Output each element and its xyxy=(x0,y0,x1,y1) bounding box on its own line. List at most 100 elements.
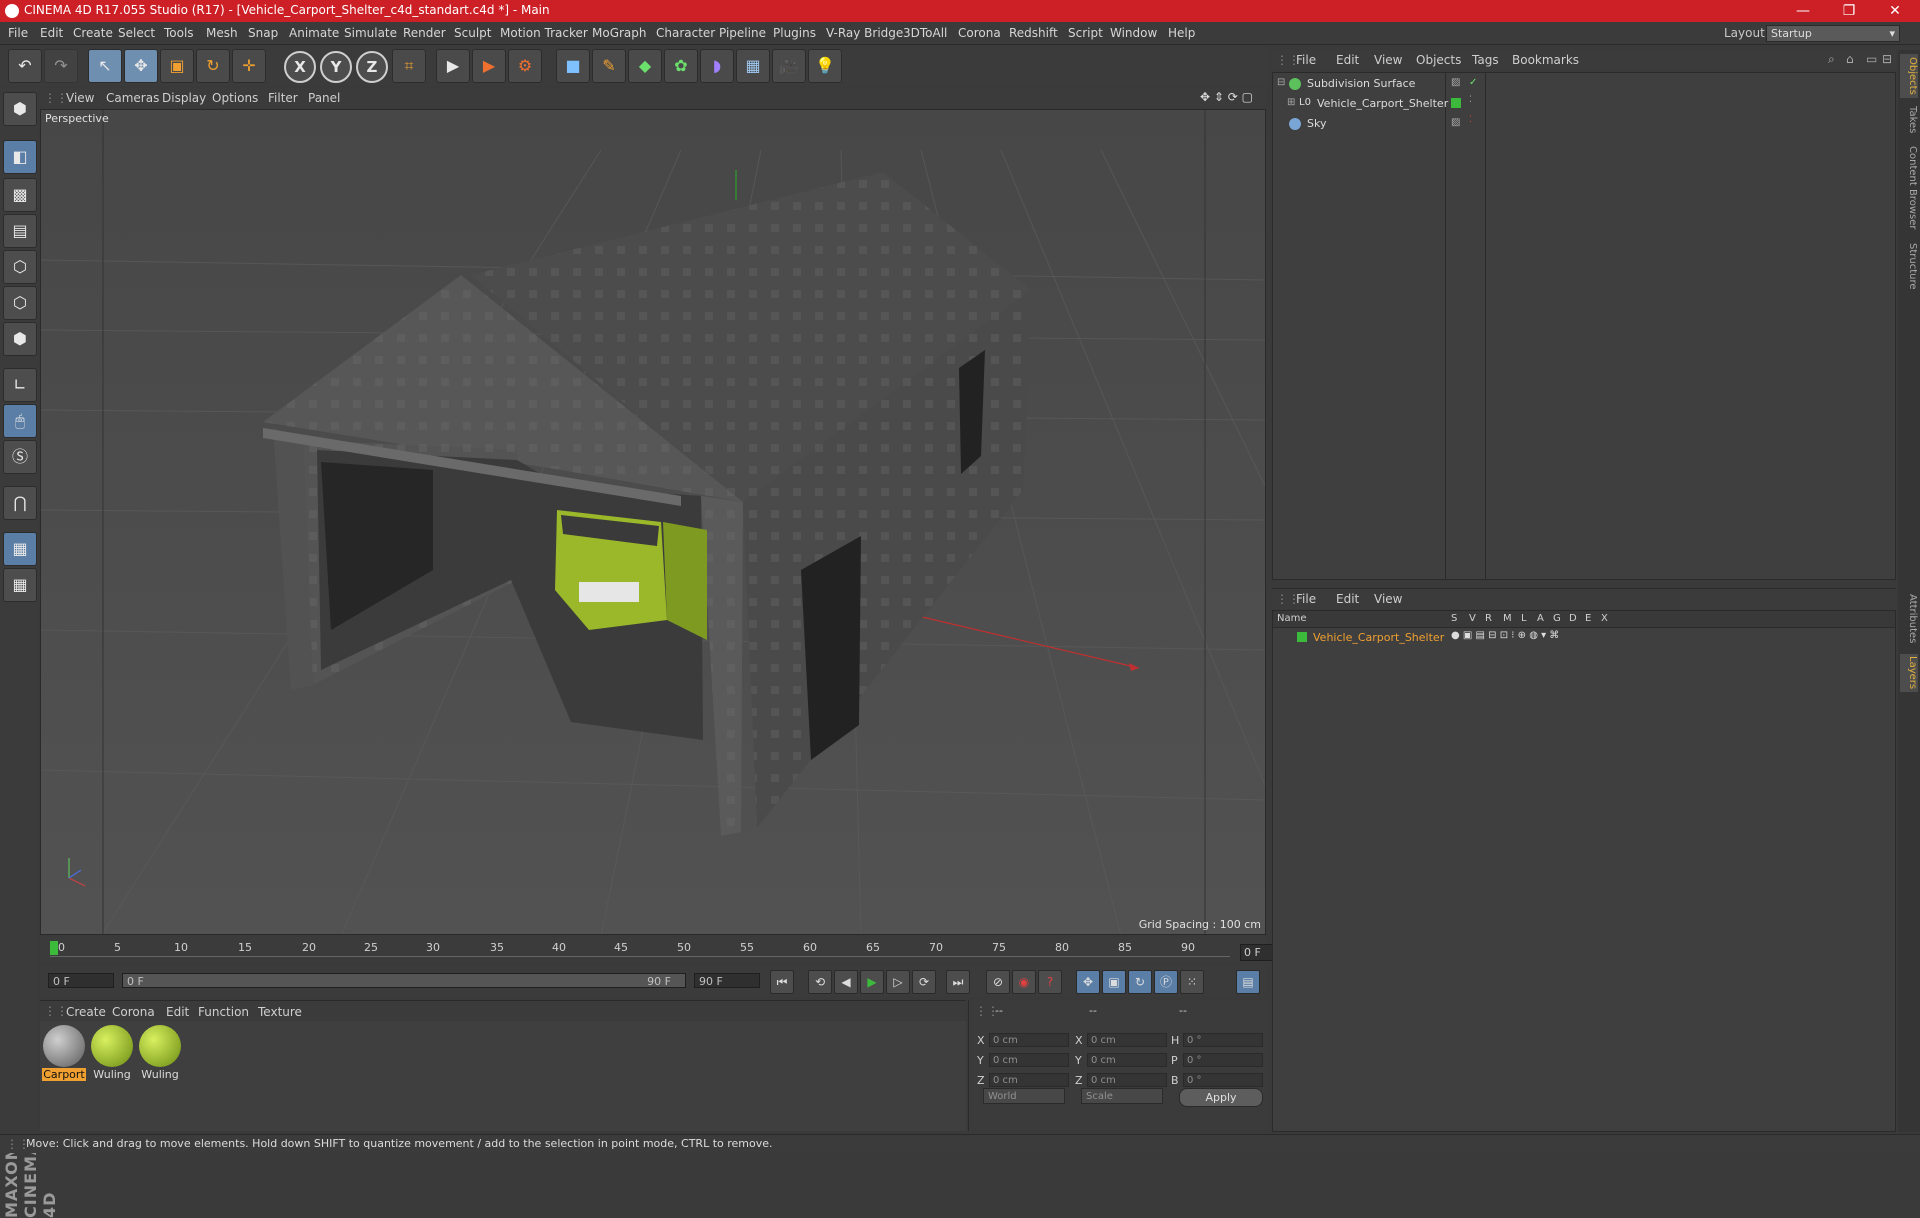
move-tool-button[interactable]: ✥ xyxy=(124,49,158,83)
layers-menu-edit[interactable]: Edit xyxy=(1336,592,1359,606)
points-mode-icon[interactable]: ⬡ xyxy=(3,250,37,284)
menu-3dtoall[interactable]: 3DToAll xyxy=(903,26,947,40)
tab-layers[interactable]: Layers xyxy=(1900,654,1918,692)
tab-content-browser[interactable]: Content Browser xyxy=(1900,142,1918,234)
goto-start-button[interactable]: ⏮ xyxy=(770,970,794,994)
scale-tool-button[interactable]: ▣ xyxy=(160,49,194,83)
size-y-field[interactable]: 0 cm xyxy=(1087,1053,1167,1067)
home-icon[interactable]: ⌂ xyxy=(1846,52,1854,66)
key-param-button[interactable]: Ⓟ xyxy=(1154,970,1178,994)
menu-simulate[interactable]: Simulate xyxy=(344,26,397,40)
tab-attributes[interactable]: Attributes xyxy=(1900,590,1918,648)
layer-color-icon[interactable] xyxy=(1451,98,1461,108)
layer-col-name[interactable]: Name xyxy=(1277,613,1307,624)
object-row-vehicle-carport-shelter[interactable]: ⊞ L0 Vehicle_Carport_Shelter ⁚ xyxy=(1273,95,1895,113)
key-pla-button[interactable]: ⁙ xyxy=(1180,970,1204,994)
tweak-mode-icon[interactable]: 🖱 xyxy=(3,404,37,438)
coordinate-mode-select[interactable]: World xyxy=(983,1088,1065,1104)
3d-viewport[interactable]: Perspective Grid Spacing : 100 cm xyxy=(40,109,1266,935)
menu-edit[interactable]: Edit xyxy=(40,26,63,40)
close-button[interactable]: ✕ xyxy=(1872,0,1918,22)
objects-menu-edit[interactable]: Edit xyxy=(1336,53,1359,67)
new-window-icon[interactable]: ▭ xyxy=(1866,52,1877,66)
material-swatch[interactable]: Wuling xyxy=(90,1025,134,1083)
texture-mode-icon[interactable]: ▩ xyxy=(3,178,37,212)
viewport-navigation-icons[interactable]: ✥ ⇕ ⟳ ▢ xyxy=(1200,90,1253,104)
axis-mode-icon[interactable]: ∟ xyxy=(3,368,37,402)
keyframe-selection-button[interactable]: ? xyxy=(1038,970,1062,994)
size-mode-select[interactable]: Scale xyxy=(1081,1088,1163,1104)
axis-z-button[interactable]: Z xyxy=(356,51,388,83)
start-frame-field[interactable]: 0 F xyxy=(48,973,114,988)
viewport-camera-label[interactable]: Perspective xyxy=(45,112,109,125)
timeline-window-button[interactable]: ▤ xyxy=(1236,970,1260,994)
prev-frame-button[interactable]: ◀ xyxy=(834,970,858,994)
material-swatch[interactable]: Wuling xyxy=(138,1025,182,1083)
layers-menu-view[interactable]: View xyxy=(1374,592,1402,606)
position-y-field[interactable]: 0 cm xyxy=(989,1053,1069,1067)
layer-tag-icon[interactable]: ▨ xyxy=(1451,77,1460,88)
rotation-b-field[interactable]: 0 ° xyxy=(1183,1073,1263,1087)
maximize-button[interactable]: ❐ xyxy=(1826,0,1872,22)
menu-file[interactable]: File xyxy=(8,26,28,40)
autokey-button[interactable]: ◉ xyxy=(1012,970,1036,994)
menu-sculpt[interactable]: Sculpt xyxy=(454,26,491,40)
select-tool-button[interactable]: ↖ xyxy=(88,49,122,83)
layers-menu-file[interactable]: File xyxy=(1296,592,1316,606)
tab-takes[interactable]: Takes xyxy=(1900,104,1918,136)
visibility-dots-icon[interactable]: ⁚ xyxy=(1469,95,1472,105)
visibility-dots-icon[interactable]: ⁚ xyxy=(1469,115,1472,125)
rotation-p-field[interactable]: 0 ° xyxy=(1183,1053,1263,1067)
render-view-button[interactable]: ▶ xyxy=(436,49,470,83)
pen-spline-button[interactable]: ✎ xyxy=(592,49,626,83)
camera-button[interactable]: 🎥 xyxy=(772,49,806,83)
solo-mode-icon[interactable]: Ⓢ xyxy=(3,440,37,474)
menu-motion-tracker[interactable]: Motion Tracker xyxy=(500,26,588,40)
layer-col-deformers[interactable]: D xyxy=(1569,613,1577,624)
objects-menu-tags[interactable]: Tags xyxy=(1472,53,1499,67)
material-swatch[interactable]: Carport xyxy=(42,1025,86,1083)
menu-snap[interactable]: Snap xyxy=(248,26,278,40)
menu-mesh[interactable]: Mesh xyxy=(206,26,238,40)
material-menu-function[interactable]: Function xyxy=(198,1005,249,1019)
layer-col-view[interactable]: V xyxy=(1469,613,1476,624)
objects-menu-view[interactable]: View xyxy=(1374,53,1402,67)
apply-button[interactable]: Apply xyxy=(1179,1088,1263,1107)
menu-animate[interactable]: Animate xyxy=(289,26,339,40)
key-position-button[interactable]: ✥ xyxy=(1076,970,1100,994)
menu-tools[interactable]: Tools xyxy=(164,26,194,40)
menu-render[interactable]: Render xyxy=(403,26,446,40)
playhead-marker[interactable] xyxy=(50,941,58,955)
menu-character[interactable]: Character xyxy=(656,26,715,40)
layout-select[interactable]: Startup ▾ xyxy=(1766,25,1900,42)
viewport-menu-panel[interactable]: Panel xyxy=(308,91,340,105)
menu-create[interactable]: Create xyxy=(73,26,113,40)
last-tool-button[interactable]: ✛ xyxy=(232,49,266,83)
floor-button[interactable]: ▦ xyxy=(736,49,770,83)
enabled-check-icon[interactable]: ✓ xyxy=(1469,77,1477,88)
size-x-field[interactable]: 0 cm xyxy=(1087,1033,1167,1047)
render-settings-button[interactable]: ⚙ xyxy=(508,49,542,83)
layer-col-expressions[interactable]: E xyxy=(1585,613,1591,624)
layer-col-generators[interactable]: G xyxy=(1553,613,1561,624)
menu-mograph[interactable]: MoGraph xyxy=(592,26,647,40)
subdivision-surface-button[interactable]: ◆ xyxy=(628,49,662,83)
menu-script[interactable]: Script xyxy=(1068,26,1103,40)
size-z-field[interactable]: 0 cm xyxy=(1087,1073,1167,1087)
model-mode-icon[interactable]: ◧ xyxy=(3,140,37,174)
planar-workplane-icon[interactable]: ▦ xyxy=(3,568,37,602)
layer-col-animation[interactable]: A xyxy=(1537,613,1544,624)
axis-y-button[interactable]: Y xyxy=(320,51,352,83)
key-rotation-button[interactable]: ↻ xyxy=(1128,970,1152,994)
array-button[interactable]: ✿ xyxy=(664,49,698,83)
material-menu-texture[interactable]: Texture xyxy=(258,1005,302,1019)
material-menu-edit[interactable]: Edit xyxy=(166,1005,189,1019)
viewport-menu-display[interactable]: Display xyxy=(162,91,206,105)
position-x-field[interactable]: 0 cm xyxy=(989,1033,1069,1047)
play-button[interactable]: ▶ xyxy=(860,970,884,994)
menu-pipeline[interactable]: Pipeline xyxy=(719,26,766,40)
render-picture-viewer-button[interactable]: ▶ xyxy=(472,49,506,83)
object-row-subdivision-surface[interactable]: ⊟ Subdivision Surface ▨ ✓ xyxy=(1273,75,1895,93)
menu-select[interactable]: Select xyxy=(118,26,155,40)
objects-menu-bookmarks[interactable]: Bookmarks xyxy=(1512,53,1579,67)
